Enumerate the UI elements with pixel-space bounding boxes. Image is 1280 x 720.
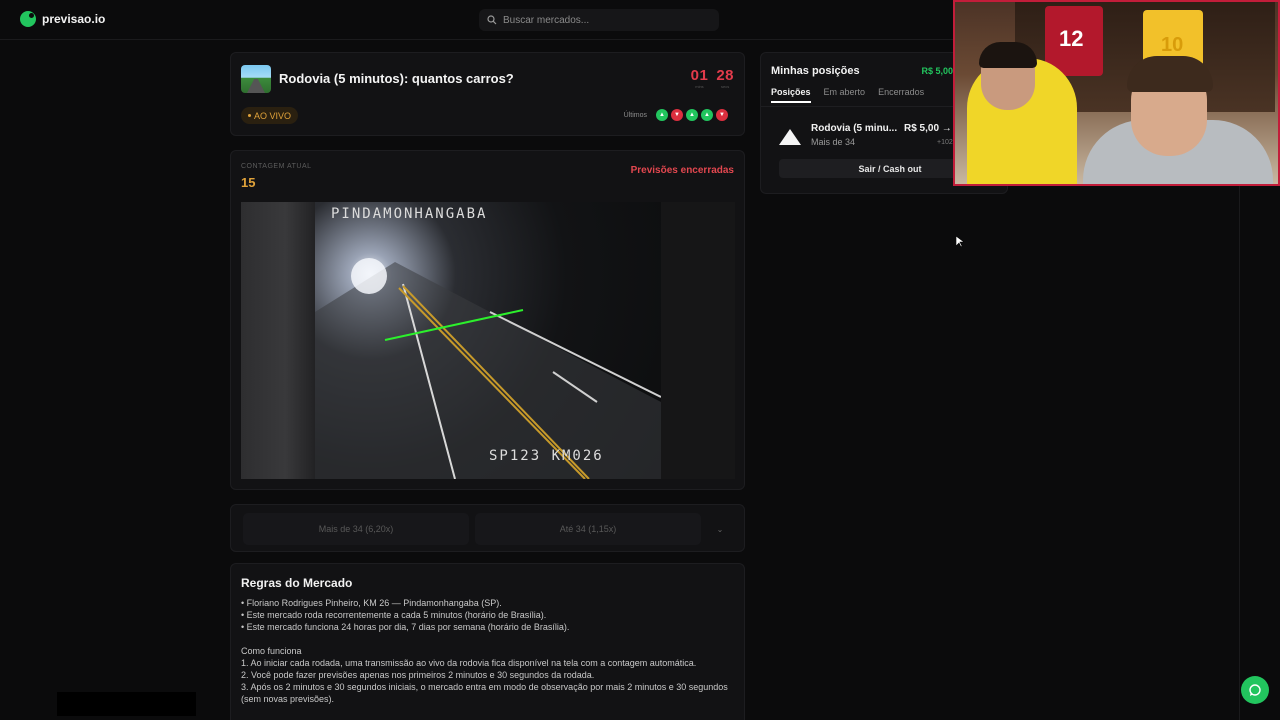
tab-open[interactable]: Em aberto <box>824 87 866 103</box>
timer-minutes-value: 01 <box>690 67 709 84</box>
search-input[interactable] <box>503 14 703 26</box>
position-gain: +102 <box>937 139 953 146</box>
bet-options-bar: Mais de 34 (6,20x) Até 34 (1,15x) ⌄ <box>230 504 745 552</box>
bet-more-than-button[interactable]: Mais de 34 (6,20x) <box>243 513 469 545</box>
market-title: Rodovia (5 minutos): quantos carros? <box>279 71 514 86</box>
jersey-number: 12 <box>1059 26 1084 51</box>
result-down-icon: ▼ <box>671 109 683 121</box>
rules-title: Regras do Mercado <box>241 576 353 590</box>
recent-results: Últimos ▲ ▼ ▲ ▲ ▼ <box>624 109 728 121</box>
redacted-box <box>57 692 196 716</box>
camera-km-overlay: SP123 KM026 <box>489 448 604 464</box>
jersey-number: 10 <box>1161 34 1184 56</box>
result-up-icon: ▲ <box>686 109 698 121</box>
positions-total: R$ 5,00 <box>921 66 953 76</box>
streamer-webcam-overlay: 12 10 <box>953 0 1280 186</box>
search-icon <box>487 15 497 25</box>
chat-support-button[interactable] <box>1241 676 1269 704</box>
chevron-down-icon[interactable]: ⌄ <box>710 520 730 538</box>
result-up-icon: ▲ <box>656 109 668 121</box>
how-it-works-title: Como funciona <box>241 646 302 656</box>
result-down-icon: ▼ <box>716 109 728 121</box>
chat-bubble-icon <box>1249 684 1261 696</box>
market-header-card: Rodovia (5 minutos): quantos carros? 01 … <box>230 52 745 136</box>
video-pillarbox-right <box>661 202 735 479</box>
live-badge: AO VIVO <box>241 107 299 124</box>
how-it-works-line: 3. Após os 2 minutos e 30 segundos inici… <box>241 682 728 704</box>
logo-icon <box>20 11 36 27</box>
rules-line: • Floriano Rodrigues Pinheiro, KM 26 — P… <box>241 598 502 608</box>
tab-positions[interactable]: Posições <box>771 87 811 103</box>
positions-title: Minhas posições <box>771 65 860 77</box>
timer-minutes-label: mins <box>695 84 704 89</box>
predictions-closed-status: Previsões encerradas <box>630 165 734 176</box>
camera-location-overlay: PINDAMONHANGABA <box>331 206 488 222</box>
timer-minutes: 01 mins <box>691 67 709 89</box>
search-bar[interactable] <box>479 9 719 31</box>
bet-up-to-button[interactable]: Até 34 (1,15x) <box>475 513 701 545</box>
positions-tabs: Posições Em aberto Encerrados <box>771 87 924 103</box>
current-count-label: CONTAGEM ATUAL <box>241 163 312 170</box>
live-stream-card: CONTAGEM ATUAL 15 Previsões encerradas P… <box>230 150 745 490</box>
live-dot-icon <box>248 114 251 117</box>
live-label: AO VIVO <box>254 110 292 121</box>
position-market-name: Rodovia (5 minu... <box>811 123 898 134</box>
timer-seconds-label: secs <box>721 84 730 89</box>
video-pillarbox-left <box>241 202 315 479</box>
camera-video[interactable]: PINDAMONHANGABA SP123 KM026 <box>241 202 735 479</box>
rules-body: • Floriano Rodrigues Pinheiro, KM 26 — P… <box>241 597 736 705</box>
up-triangle-icon <box>779 129 801 145</box>
rules-line: • Este mercado roda recorrentemente a ca… <box>241 610 547 620</box>
webcam-person-right-hair <box>1127 56 1213 92</box>
page: previsao.io Rodovia (5 minutos): quantos… <box>0 0 1280 720</box>
recent-results-label: Últimos <box>623 111 647 119</box>
countdown-timer: 01 mins 28 secs <box>691 67 734 89</box>
logo-text: previsao.io <box>42 12 106 26</box>
position-option: Mais de 34 <box>811 137 856 147</box>
rules-line: • Este mercado funciona 24 horas por dia… <box>241 622 570 632</box>
logo[interactable]: previsao.io <box>20 11 105 27</box>
webcam-person-left-hair <box>979 42 1037 68</box>
current-count-value: 15 <box>241 175 256 190</box>
market-thumbnail <box>241 65 271 93</box>
result-up-icon: ▲ <box>701 109 713 121</box>
tab-closed[interactable]: Encerrados <box>878 87 924 103</box>
market-rules-card: Regras do Mercado • Floriano Rodrigues P… <box>230 563 745 720</box>
column-divider <box>1239 186 1240 720</box>
how-it-works-line: 1. Ao iniciar cada rodada, uma transmiss… <box>241 658 697 668</box>
timer-seconds-value: 28 <box>716 67 734 84</box>
road-scene <box>315 258 661 479</box>
position-amount: R$ 5,00 → <box>904 123 952 134</box>
how-it-works-line: 2. Você pode fazer previsões apenas nos … <box>241 670 595 680</box>
mouse-cursor-icon <box>956 236 964 248</box>
timer-seconds: 28 secs <box>716 67 734 89</box>
